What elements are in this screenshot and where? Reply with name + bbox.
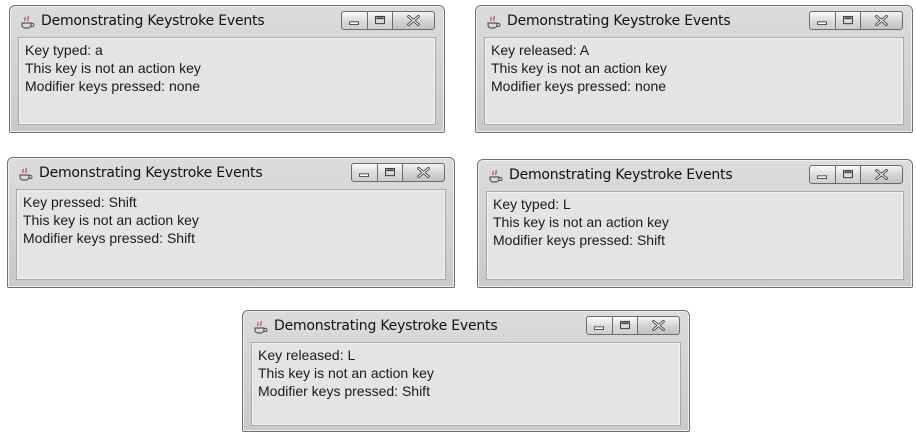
window-title: Demonstrating Keystroke Events xyxy=(41,13,265,29)
modifier-keys-label: Modifier keys pressed: none xyxy=(491,78,667,94)
keystroke-window-3: Demonstrating Keystroke Events Key press… xyxy=(7,157,455,288)
close-icon xyxy=(407,15,420,26)
window-titlebar[interactable]: Demonstrating Keystroke Events xyxy=(10,6,444,36)
maximize-icon xyxy=(384,167,396,177)
close-icon xyxy=(417,167,430,178)
event-info-panel: Key pressed: Shift This key is not an ac… xyxy=(16,189,446,280)
maximize-button[interactable] xyxy=(835,165,861,184)
maximize-icon xyxy=(842,169,854,179)
close-icon xyxy=(652,320,665,331)
keystroke-window-5: Demonstrating Keystroke Events Key relea… xyxy=(242,310,690,432)
key-event-label: Key typed: a xyxy=(25,42,103,58)
close-button[interactable] xyxy=(392,11,435,30)
event-info-panel: Key typed: a This key is not an action k… xyxy=(18,37,436,125)
minimize-button[interactable] xyxy=(586,316,613,335)
window-controls xyxy=(341,11,435,30)
close-icon xyxy=(875,15,888,26)
keystroke-window-2: Demonstrating Keystroke Events Key relea… xyxy=(475,5,913,133)
maximize-button[interactable] xyxy=(377,163,403,182)
minimize-icon xyxy=(817,175,827,179)
modifier-keys-label: Modifier keys pressed: none xyxy=(25,78,201,94)
window-title: Demonstrating Keystroke Events xyxy=(509,167,733,183)
keystroke-window-4: Demonstrating Keystroke Events Key typed… xyxy=(477,159,913,288)
event-info-panel: Key released: A This key is not an actio… xyxy=(484,37,904,125)
minimize-button[interactable] xyxy=(341,11,368,30)
window-title: Demonstrating Keystroke Events xyxy=(507,13,731,29)
window-controls xyxy=(809,11,903,30)
close-button[interactable] xyxy=(402,163,445,182)
keystroke-window-1: Demonstrating Keystroke Events Key typed… xyxy=(9,5,445,133)
action-key-label: This key is not an action key xyxy=(23,212,199,228)
close-button[interactable] xyxy=(637,316,680,335)
modifier-keys-label: Modifier keys pressed: Shift xyxy=(258,383,430,399)
minimize-icon xyxy=(594,326,604,330)
action-key-label: This key is not an action key xyxy=(491,60,667,76)
minimize-button[interactable] xyxy=(809,11,836,30)
modifier-keys-label: Modifier keys pressed: Shift xyxy=(23,230,195,246)
key-event-label: Key released: L xyxy=(258,347,356,363)
minimize-icon xyxy=(817,21,827,25)
minimize-button[interactable] xyxy=(809,165,836,184)
key-event-label: Key released: A xyxy=(491,42,590,58)
java-cup-icon[interactable] xyxy=(17,165,33,181)
window-controls xyxy=(809,165,903,184)
maximize-icon xyxy=(619,320,631,330)
window-titlebar[interactable]: Demonstrating Keystroke Events xyxy=(8,158,454,188)
maximize-icon xyxy=(842,15,854,25)
close-button[interactable] xyxy=(860,11,903,30)
minimize-icon xyxy=(359,173,369,177)
close-button[interactable] xyxy=(860,165,903,184)
java-cup-icon[interactable] xyxy=(487,167,503,183)
action-key-label: This key is not an action key xyxy=(493,214,669,230)
window-titlebar[interactable]: Demonstrating Keystroke Events xyxy=(478,160,912,190)
event-info-panel: Key typed: L This key is not an action k… xyxy=(486,191,904,280)
key-event-label: Key pressed: Shift xyxy=(23,194,137,210)
modifier-keys-label: Modifier keys pressed: Shift xyxy=(493,232,665,248)
window-controls xyxy=(586,316,680,335)
maximize-icon xyxy=(374,15,386,25)
maximize-button[interactable] xyxy=(612,316,638,335)
action-key-label: This key is not an action key xyxy=(258,365,434,381)
java-cup-icon[interactable] xyxy=(485,13,501,29)
event-info-panel: Key released: L This key is not an actio… xyxy=(251,342,681,426)
minimize-icon xyxy=(349,21,359,25)
java-cup-icon[interactable] xyxy=(252,318,268,334)
action-key-label: This key is not an action key xyxy=(25,60,201,76)
window-title: Demonstrating Keystroke Events xyxy=(39,165,263,181)
maximize-button[interactable] xyxy=(835,11,861,30)
maximize-button[interactable] xyxy=(367,11,393,30)
window-titlebar[interactable]: Demonstrating Keystroke Events xyxy=(243,311,689,341)
window-controls xyxy=(351,163,445,182)
window-title: Demonstrating Keystroke Events xyxy=(274,318,498,334)
java-cup-icon[interactable] xyxy=(19,13,35,29)
minimize-button[interactable] xyxy=(351,163,378,182)
close-icon xyxy=(875,169,888,180)
window-titlebar[interactable]: Demonstrating Keystroke Events xyxy=(476,6,912,36)
key-event-label: Key typed: L xyxy=(493,196,571,212)
